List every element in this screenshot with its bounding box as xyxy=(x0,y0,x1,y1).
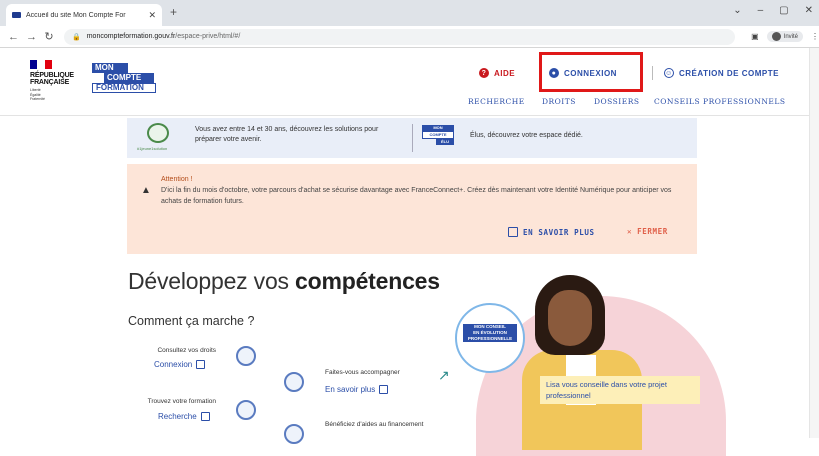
mon-compte-formation-logo[interactable]: MON COMPTE FORMATION xyxy=(92,63,158,93)
external-link-icon xyxy=(196,360,206,369)
menu-icon[interactable]: ⋮ xyxy=(811,32,819,41)
header-divider xyxy=(652,66,653,80)
close-icon: ✕ xyxy=(627,227,633,236)
nav-dossiers[interactable]: DOSSIERS xyxy=(594,97,640,106)
browser-tab[interactable]: Accueil du site Mon Compte For ✕ xyxy=(6,4,162,26)
profile-label: Invité xyxy=(783,33,798,40)
page-title: Développez vos compétences xyxy=(128,268,440,295)
section-subtitle: Comment ça marche ? xyxy=(128,314,255,328)
lock-icon: 🔒 xyxy=(72,33,81,41)
logo-word-1: MON xyxy=(92,63,128,73)
advisor-icon xyxy=(284,372,304,392)
step-label-accompagner: Faites-vous accompagner xyxy=(325,369,400,376)
fermer-button[interactable]: ✕ FERMER xyxy=(627,227,668,236)
flag-icon xyxy=(30,60,52,69)
funding-icon xyxy=(284,424,304,444)
creation-label: CRÉATION DE COMPTE xyxy=(679,68,779,78)
external-link-icon xyxy=(379,385,389,394)
connexion-step-link[interactable]: Connexion xyxy=(154,360,206,369)
page-title-bold: compétences xyxy=(295,268,440,294)
republique-line2: FRANÇAISE xyxy=(30,79,70,86)
nav-droits[interactable]: DROITS xyxy=(542,97,576,106)
url-host: moncompteformation.gouv.fr xyxy=(86,33,176,40)
fermer-label: FERMER xyxy=(637,227,668,236)
step-label-droits: Consultez vos droits xyxy=(157,347,216,354)
browser-tabbar: Accueil du site Mon Compte For ✕ + ⌄ – ▢… xyxy=(0,0,819,26)
tab-search-icon[interactable]: ▣ xyxy=(751,32,759,41)
reload-icon[interactable]: ↻ xyxy=(44,30,54,43)
close-window-icon[interactable]: ✕ xyxy=(805,5,813,16)
maximize-icon[interactable]: ▢ xyxy=(779,5,788,16)
alert-title: Attention ! xyxy=(161,176,193,183)
aide-label: AIDE xyxy=(494,68,516,78)
elu-logo-2: COMPTE xyxy=(422,131,454,139)
alert-box: ▲ Attention ! D'ici la fin du mois d'oct… xyxy=(127,164,697,254)
window-controls: ⌄ – ▢ ✕ xyxy=(733,5,813,16)
elu-logo-3: ÉLU xyxy=(436,139,454,145)
jeune-solution-tag: #1jeune1solution xyxy=(137,146,168,151)
recherche-step-label: Recherche xyxy=(158,412,197,421)
step-label-formation: Trouvez votre formation xyxy=(147,398,216,405)
banner-divider xyxy=(412,124,413,152)
republique-line1: RÉPUBLIQUE xyxy=(30,72,74,79)
devise: Liberté Égalité Fraternité xyxy=(30,88,74,102)
url-path: /espace-prive/html/#/ xyxy=(175,33,241,40)
en-savoir-plus-label: EN SAVOIR PLUS xyxy=(523,227,595,237)
jeune-solution-text[interactable]: Vous avez entre 14 et 30 ans, découvrez … xyxy=(195,125,405,145)
page-title-regular: Développez vos xyxy=(128,268,296,294)
aide-link[interactable]: ? AIDE xyxy=(479,68,515,78)
alert-body: D'ici la fin du mois d'octobre, votre pa… xyxy=(161,187,672,205)
creation-compte-link[interactable]: ☺ CRÉATION DE COMPTE xyxy=(664,68,779,78)
recherche-step-link[interactable]: Recherche xyxy=(158,412,210,421)
en-savoir-plus-step-link[interactable]: En savoir plus xyxy=(325,385,389,394)
logo-word-3: FORMATION xyxy=(92,83,156,93)
mon-compte-elu-logo: MON COMPTE ÉLU xyxy=(422,125,454,145)
profile-button[interactable]: Invité xyxy=(766,31,803,42)
address-bar: ← → ↻ 🔒 moncompteformation.gouv.fr /espa… xyxy=(0,26,819,48)
avatar xyxy=(771,32,781,41)
devise-3: Fraternité xyxy=(30,97,45,101)
nav-recherche[interactable]: RECHERCHE xyxy=(468,97,525,106)
new-tab-icon[interactable]: + xyxy=(170,5,177,19)
connexion-highlight-box xyxy=(539,52,643,92)
forward-icon[interactable]: → xyxy=(26,31,37,43)
elus-text[interactable]: Élus, découvrez votre espace dédié. xyxy=(470,132,583,139)
help-icon: ? xyxy=(479,68,489,78)
nav-conseils-professionnels[interactable]: CONSEILS PROFESSIONNELS xyxy=(654,97,786,106)
site-header: RÉPUBLIQUE FRANÇAISE Liberté Égalité Fra… xyxy=(0,48,819,116)
info-banner: #1jeune1solution Vous avez entre 14 et 3… xyxy=(127,118,697,158)
user-add-icon: ☺ xyxy=(664,68,674,78)
page-scrollbar[interactable] xyxy=(809,48,819,438)
advisor-photo-face xyxy=(548,290,592,346)
badge-line-3: PROFESSIONNELLE xyxy=(463,336,517,342)
search-training-icon xyxy=(236,400,256,420)
step-label-financement: Bénéficiez d'aides au financement xyxy=(325,421,424,428)
en-savoir-plus-step-label: En savoir plus xyxy=(325,385,376,394)
external-link-icon xyxy=(200,412,210,421)
external-link-icon xyxy=(508,227,518,237)
minimize-icon[interactable]: – xyxy=(758,5,764,16)
close-tab-icon[interactable]: ✕ xyxy=(148,10,156,21)
url-field[interactable]: 🔒 moncompteformation.gouv.fr /espace-pri… xyxy=(64,28,736,45)
en-savoir-plus-link[interactable]: EN SAVOIR PLUS xyxy=(508,227,595,237)
logo-word-2: COMPTE xyxy=(104,73,154,83)
republique-logo[interactable]: RÉPUBLIQUE FRANÇAISE Liberté Égalité Fra… xyxy=(30,60,74,102)
warning-icon: ▲ xyxy=(141,185,151,196)
rights-icon xyxy=(236,346,256,366)
connexion-step-label: Connexion xyxy=(154,360,193,369)
advisor-caption[interactable]: Lisa vous conseille dans votre projet pr… xyxy=(540,376,700,404)
jeune-solution-icon xyxy=(147,123,169,143)
favicon-icon xyxy=(12,12,21,18)
back-icon[interactable]: ← xyxy=(8,31,19,43)
mon-conseil-badge-text: MON CONSEIL EN ÉVOLUTION PROFESSIONNELLE xyxy=(461,324,519,342)
arrow-icon: ↗ xyxy=(438,367,450,383)
tab-title: Accueil du site Mon Compte For xyxy=(26,11,126,19)
chevron-down-icon[interactable]: ⌄ xyxy=(733,5,741,16)
